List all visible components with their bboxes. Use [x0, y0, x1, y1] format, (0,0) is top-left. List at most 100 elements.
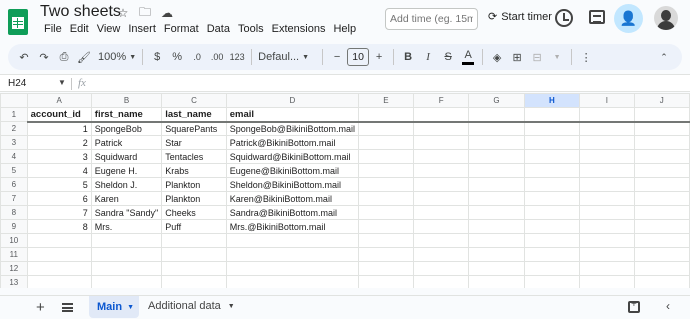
cell[interactable] — [579, 107, 635, 123]
row-header[interactable]: 7 — [0, 191, 28, 206]
all-sheets-icon[interactable] — [62, 303, 73, 312]
font-select[interactable]: Defaul... ▼ — [256, 46, 318, 68]
column-header[interactable]: C — [161, 93, 227, 108]
cell[interactable] — [468, 247, 525, 262]
cell[interactable] — [579, 177, 635, 192]
add-sheet-icon[interactable]: + — [36, 299, 45, 316]
cell[interactable] — [579, 205, 635, 220]
decrease-decimal-button[interactable]: .0 — [187, 46, 207, 68]
column-header[interactable]: E — [357, 93, 414, 108]
menu-tools[interactable]: Tools — [234, 23, 268, 35]
cell[interactable] — [523, 121, 581, 136]
cell[interactable]: Mrs.@BikiniBottom.mail — [225, 219, 359, 234]
name-box-caret-icon[interactable]: ▼ — [58, 78, 66, 87]
cell[interactable] — [579, 191, 635, 206]
cell[interactable] — [579, 247, 635, 262]
cell[interactable]: Plankton — [161, 177, 227, 192]
column-header[interactable]: I — [579, 93, 635, 108]
spreadsheet-grid[interactable]: A B C D E F G H I J 1 account_id first_n… — [0, 93, 690, 288]
row-header[interactable]: 8 — [0, 205, 28, 220]
cell[interactable]: 3 — [26, 149, 92, 164]
decrease-font-size-icon[interactable]: − — [327, 46, 347, 68]
cell-table[interactable]: A B C D E F G H I J 1 account_id first_n… — [0, 93, 690, 288]
cell[interactable] — [633, 149, 690, 164]
undo-icon[interactable]: ↶ — [14, 46, 34, 68]
cell[interactable] — [523, 107, 581, 123]
cell[interactable] — [579, 261, 635, 276]
row-header[interactable]: 4 — [0, 149, 28, 164]
print-icon[interactable]: ⎙ — [54, 46, 74, 68]
menu-view[interactable]: View — [93, 23, 125, 35]
cell[interactable] — [633, 205, 690, 220]
cell[interactable]: 7 — [26, 205, 92, 220]
row-header[interactable]: 11 — [0, 247, 28, 262]
cell[interactable] — [357, 121, 414, 136]
percent-format-button[interactable]: % — [167, 46, 187, 68]
name-box[interactable]: H24 — [8, 78, 26, 89]
share-button[interactable]: 👤 — [614, 4, 643, 33]
cell[interactable]: last_name — [161, 107, 227, 123]
version-history-icon[interactable] — [555, 9, 573, 27]
cell[interactable]: 8 — [26, 219, 92, 234]
star-icon[interactable]: ☆ — [116, 6, 130, 20]
sheets-logo-icon[interactable] — [8, 9, 28, 35]
cell[interactable]: Sheldon@BikiniBottom.mail — [225, 177, 359, 192]
cell[interactable] — [468, 233, 525, 248]
cell[interactable] — [161, 233, 227, 248]
cell[interactable]: Mrs. — [90, 219, 163, 234]
cell[interactable] — [225, 275, 359, 288]
chevron-left-icon[interactable]: ‹ — [666, 299, 670, 313]
cell[interactable] — [412, 261, 470, 276]
cell[interactable] — [633, 261, 690, 276]
cell[interactable] — [579, 121, 635, 136]
cell[interactable] — [523, 163, 581, 178]
cell[interactable] — [357, 275, 414, 288]
cell[interactable]: Tentacles — [161, 149, 227, 164]
menu-extensions[interactable]: Extensions — [268, 23, 330, 35]
cell[interactable]: 4 — [26, 163, 92, 178]
time-input[interactable] — [385, 8, 478, 30]
cell[interactable] — [579, 219, 635, 234]
cell[interactable]: Karen@BikiniBottom.mail — [225, 191, 359, 206]
paint-format-icon[interactable]: 🖌 — [74, 46, 94, 68]
cell[interactable]: Patrick@BikiniBottom.mail — [225, 135, 359, 150]
cell[interactable] — [26, 261, 92, 276]
start-timer-button[interactable]: ⟳ Start timer — [488, 10, 552, 24]
cell[interactable] — [633, 135, 690, 150]
cell[interactable] — [633, 247, 690, 262]
cell[interactable] — [357, 233, 414, 248]
column-header[interactable]: D — [225, 93, 359, 108]
tab-additional-data[interactable]: Additional data ▼ — [148, 300, 235, 312]
italic-button[interactable]: I — [418, 46, 438, 68]
explore-icon[interactable] — [628, 299, 640, 313]
cell[interactable] — [523, 247, 581, 262]
row-header[interactable]: 5 — [0, 163, 28, 178]
cell[interactable]: Eugene@BikiniBottom.mail — [225, 163, 359, 178]
document-title[interactable]: Two sheets — [40, 3, 121, 21]
cell[interactable] — [26, 247, 92, 262]
cell[interactable]: Plankton — [161, 191, 227, 206]
cell[interactable]: 1 — [26, 121, 92, 136]
cell[interactable] — [26, 233, 92, 248]
cell[interactable] — [633, 121, 690, 136]
cell[interactable] — [523, 219, 581, 234]
cell[interactable] — [90, 275, 163, 288]
cell[interactable] — [633, 177, 690, 192]
cell[interactable] — [633, 219, 690, 234]
cell[interactable]: Sheldon J. — [90, 177, 163, 192]
move-folder-icon[interactable]: 🗀 — [138, 5, 152, 20]
cloud-status-icon[interactable]: ☁ — [160, 6, 174, 20]
cell[interactable] — [633, 163, 690, 178]
cell[interactable] — [523, 261, 581, 276]
redo-icon[interactable]: ↷ — [34, 46, 54, 68]
cell[interactable]: Krabs — [161, 163, 227, 178]
cell[interactable]: Sandra "Sandy" — [90, 205, 163, 220]
cell[interactable] — [90, 261, 163, 276]
bold-button[interactable]: B — [398, 46, 418, 68]
column-header[interactable]: J — [633, 93, 690, 108]
increase-font-size-icon[interactable]: + — [369, 46, 389, 68]
chevron-down-icon[interactable]: ▼ — [228, 303, 235, 310]
row-header[interactable]: 3 — [0, 135, 28, 150]
cell[interactable] — [468, 135, 525, 150]
row-header[interactable]: 1 — [0, 107, 28, 122]
